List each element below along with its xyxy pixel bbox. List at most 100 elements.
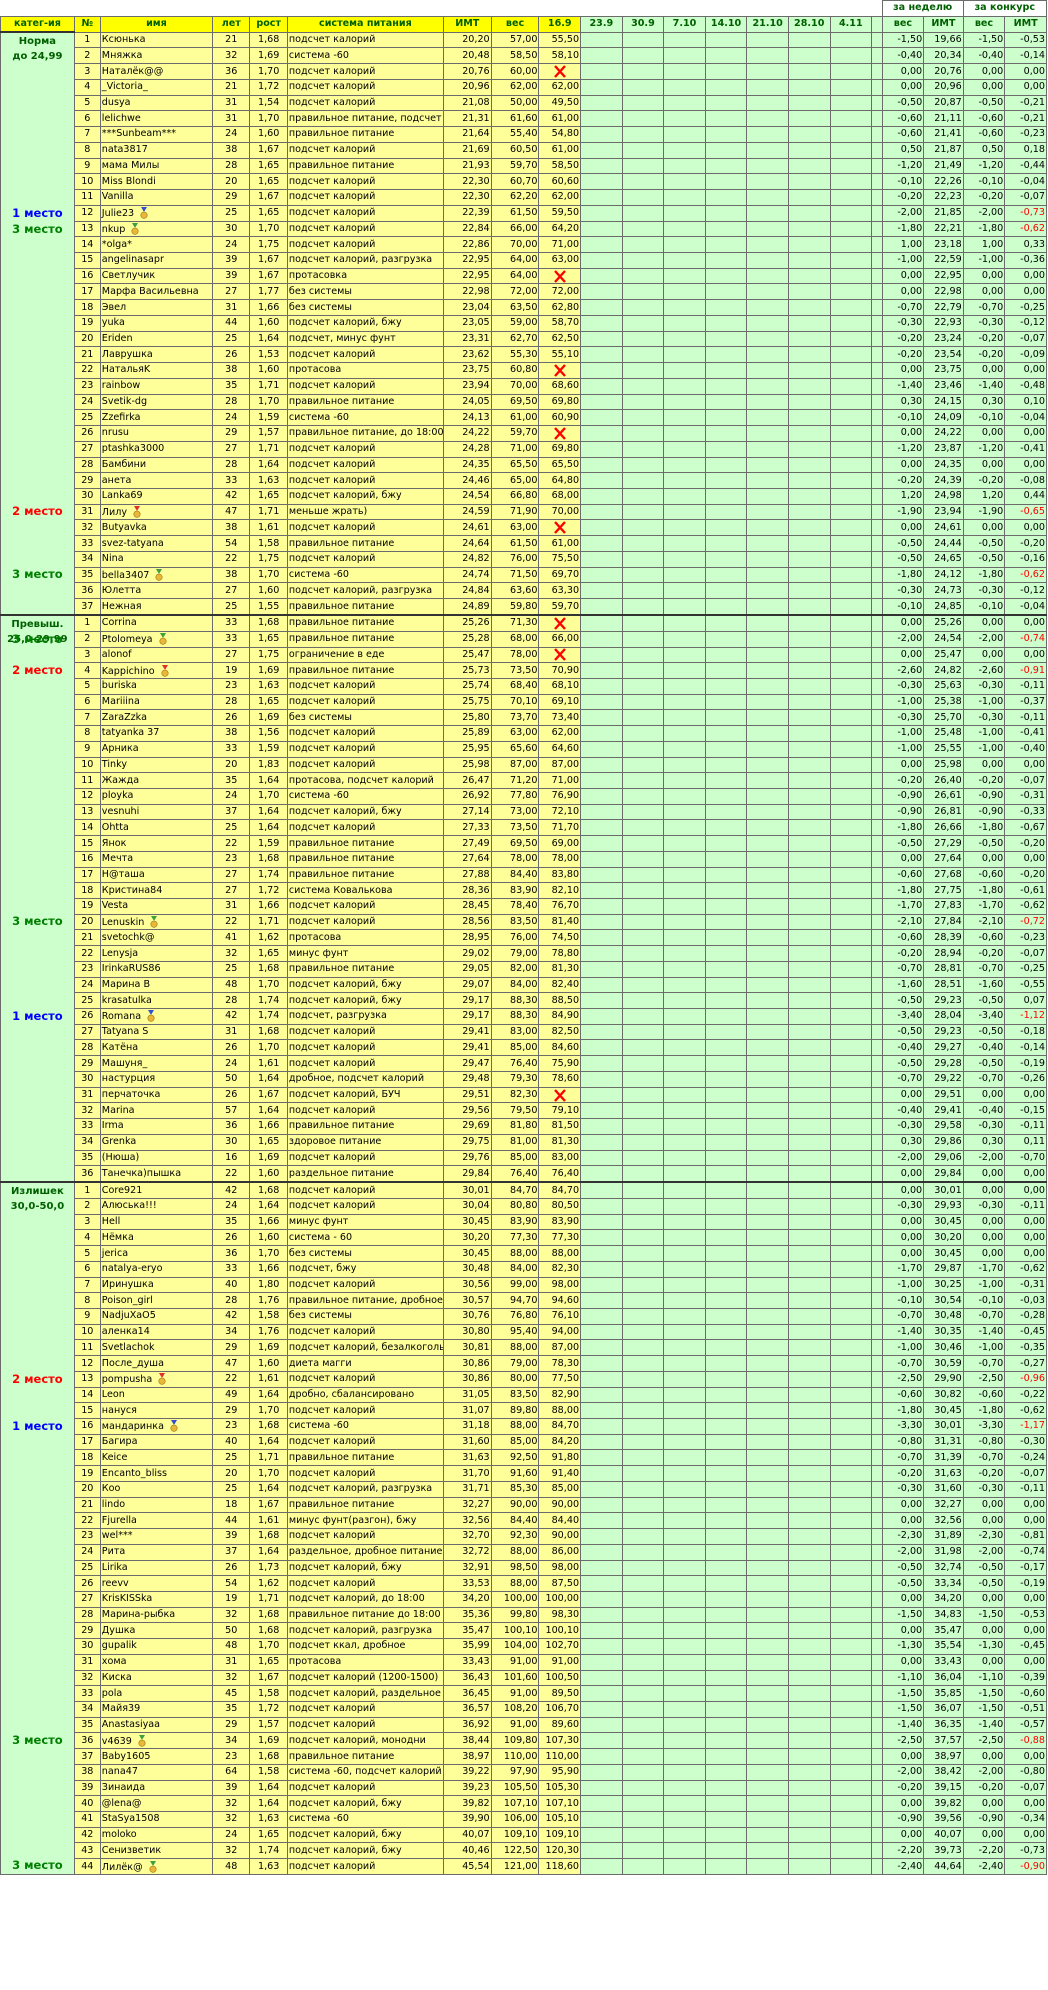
age-cell: 48 <box>212 976 251 994</box>
total-weight-change: -0,90 <box>962 1811 1006 1828</box>
weigh-in-empty <box>704 1213 748 1231</box>
height-cell: 1,63 <box>249 1858 288 1876</box>
participant-name: аленка14 <box>99 1323 214 1341</box>
row-number: 5 <box>73 94 101 112</box>
bmi-cell: 31,07 <box>442 1402 492 1420</box>
weigh-in-empty <box>663 1197 706 1215</box>
weigh-in-empty <box>746 1023 789 1041</box>
weigh-in-empty <box>580 772 623 789</box>
weigh-in-16-9: 76,40 <box>538 1165 582 1183</box>
row-number: 9 <box>73 157 101 175</box>
age-cell: 45 <box>212 1685 251 1702</box>
participant-name: bella3407 <box>99 566 214 584</box>
week-bmi: 27,29 <box>923 835 964 852</box>
diet-system-cell: подсчет калорий <box>286 141 444 159</box>
total-bmi-change: -0,07 <box>1004 1779 1047 1797</box>
weigh-in-empty <box>746 1149 789 1167</box>
week-bmi: 32,74 <box>923 1559 964 1577</box>
weigh-in-empty <box>663 1685 706 1702</box>
weigh-in-empty <box>829 503 873 521</box>
table-row: 40 @lena@ 32 1,64 подсчет калорий, бжу 39,82 1… <box>1 1795 1047 1813</box>
height-cell: 1,72 <box>249 78 288 96</box>
total-weight-change: -1,50 <box>962 1685 1006 1702</box>
week-bmi: 24,22 <box>923 425 964 442</box>
table-row: 27 Tatyana S 31 1,68 подсчет калорий 29,41 83,… <box>1 1023 1047 1041</box>
week-weight-change: -1,80 <box>881 819 925 837</box>
weigh-in-empty <box>580 1355 623 1372</box>
total-weight-change: -0,70 <box>962 1449 1006 1467</box>
weigh-in-empty <box>580 251 623 269</box>
height-cell: 1,70 <box>249 63 288 80</box>
age-cell: 57 <box>212 1102 251 1120</box>
weigh-in-empty <box>580 1323 623 1341</box>
weigh-in-16-9: 64,60 <box>538 740 582 758</box>
weigh-in-empty <box>746 1826 789 1844</box>
weigh-in-16-9: 71,00 <box>538 772 582 789</box>
weigh-in-empty <box>704 1543 748 1561</box>
week-weight-change: -2,10 <box>881 913 925 931</box>
red-x-icon <box>553 269 566 283</box>
diet-system-cell: подсчет калорий <box>286 1433 444 1451</box>
spacer-cell <box>871 725 883 742</box>
table-row: 18 Keice 25 1,71 правильное питание 31,63 92,5… <box>1 1449 1047 1467</box>
weigh-in-empty <box>746 709 789 727</box>
weigh-in-empty <box>829 1386 873 1404</box>
row-number: 9 <box>73 1308 101 1325</box>
height-cell: 1,60 <box>249 1355 288 1372</box>
start-weight-cell: 106,00 <box>490 1811 540 1828</box>
weigh-in-empty <box>704 94 748 112</box>
week-weight-change: 0,00 <box>881 614 925 632</box>
weigh-in-empty <box>663 299 706 316</box>
age-cell: 39 <box>212 1528 251 1545</box>
age-cell: 33 <box>212 472 251 489</box>
spacer-cell <box>871 709 883 727</box>
row-number: 4 <box>73 78 101 96</box>
weigh-in-empty <box>829 1118 873 1135</box>
age-cell: 32 <box>212 1669 251 1687</box>
row-number: 30 <box>73 487 101 505</box>
weigh-in-empty <box>621 1622 665 1640</box>
weigh-in-16-9: 76,90 <box>538 787 582 805</box>
weigh-in-empty <box>580 614 623 632</box>
weigh-in-empty <box>787 1748 831 1765</box>
week-bmi: 23,75 <box>923 362 964 379</box>
week-weight-change: 0,00 <box>881 1496 925 1514</box>
weigh-in-empty <box>621 1826 665 1844</box>
week-bmi: 26,66 <box>923 819 964 837</box>
total-bmi-change: -0,96 <box>1004 1370 1047 1388</box>
bmi-cell: 20,96 <box>442 78 492 96</box>
weigh-in-empty <box>829 1229 873 1247</box>
weigh-in-empty <box>580 1133 623 1151</box>
total-weight-change: -2,60 <box>962 662 1006 679</box>
row-number: 14 <box>73 819 101 837</box>
diet-system-cell: правильное питание <box>286 1449 444 1467</box>
bmi-cell: 36,57 <box>442 1700 492 1718</box>
total-bmi-change: 0,00 <box>1004 1653 1047 1671</box>
week-bmi: 29,28 <box>923 1055 964 1072</box>
weigh-in-empty <box>787 189 831 206</box>
total-weight-change: 0,00 <box>962 850 1006 868</box>
spacer-cell <box>871 1229 883 1247</box>
total-weight-change: -0,40 <box>962 1039 1006 1057</box>
height-cell: 1,64 <box>249 772 288 789</box>
age-cell: 24 <box>212 409 251 427</box>
week-bmi: 19,66 <box>923 31 964 49</box>
week-weight-change: -0,90 <box>881 1811 925 1828</box>
weigh-in-empty <box>704 1229 748 1247</box>
participant-name: Лаврушка <box>99 346 214 364</box>
height-cell: 1,57 <box>249 1716 288 1734</box>
week-weight-change: 0,00 <box>881 283 925 301</box>
participant-name: ***Sunbeam*** <box>99 126 214 143</box>
week-weight-change: 0,00 <box>881 267 925 285</box>
week-weight-change: 0,00 <box>881 1245 925 1262</box>
weigh-in-empty <box>621 519 665 537</box>
age-cell: 41 <box>212 929 251 947</box>
diet-system-cell: правильное питание <box>286 157 444 175</box>
weigh-in-empty <box>704 1826 748 1844</box>
weigh-in-empty <box>746 487 789 505</box>
table-row: 26 nrusu 29 1,57 правильное питание, до 18:0… <box>1 425 1047 442</box>
spacer-cell <box>871 1181 883 1199</box>
start-weight-cell: 122,50 <box>490 1842 540 1860</box>
row-number: 38 <box>73 1763 101 1781</box>
weigh-in-empty <box>704 47 748 65</box>
